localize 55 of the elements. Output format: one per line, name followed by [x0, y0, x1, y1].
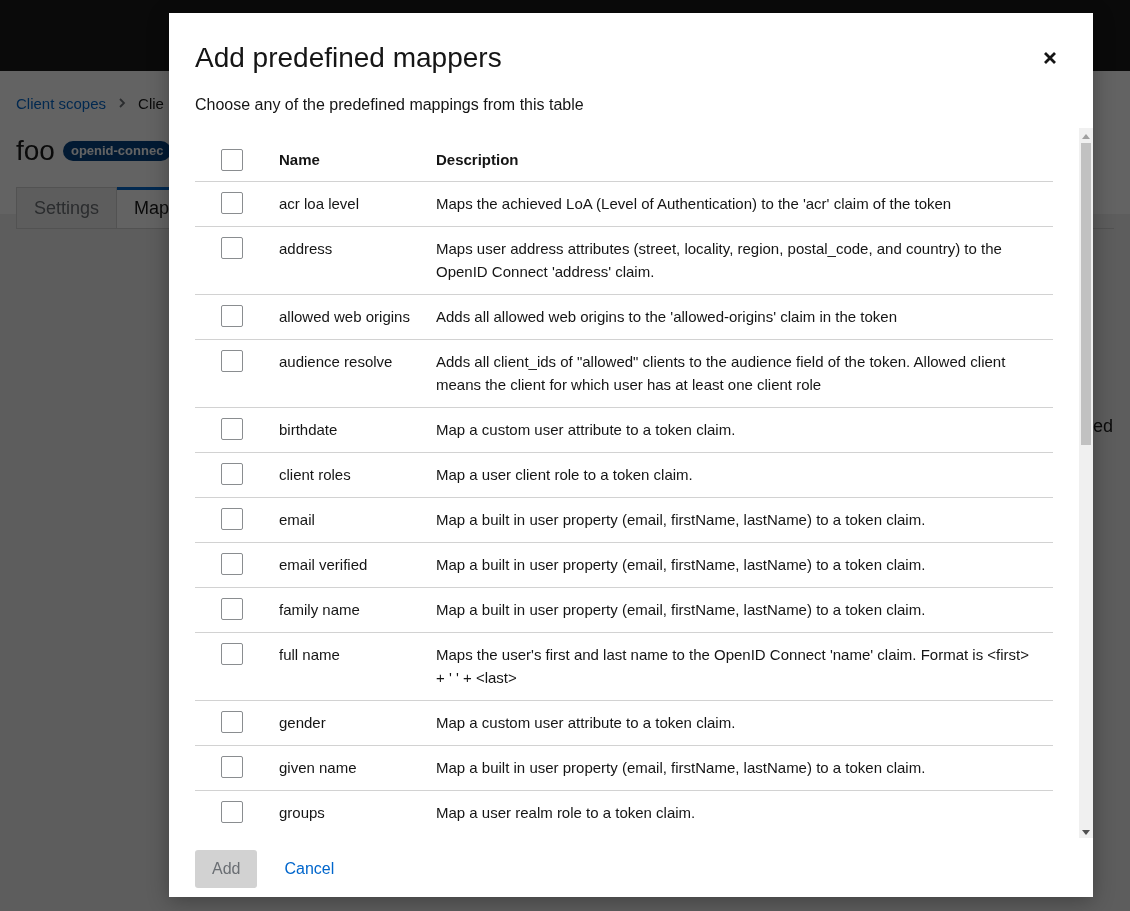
checkbox[interactable]	[221, 598, 243, 620]
close-icon[interactable]	[1043, 51, 1057, 65]
mapper-name: email verified	[279, 556, 368, 573]
mapper-description: Map a built in user property (email, firstName, lastName) to a token claim.	[436, 556, 926, 573]
mapper-description: Map a built in user property (email, firstName, lastName) to a token claim.	[436, 759, 926, 776]
checkbox[interactable]	[221, 508, 243, 530]
cancel-button[interactable]: Cancel	[267, 850, 352, 888]
mapper-name: audience resolve	[279, 353, 393, 370]
mapper-name: full name	[279, 646, 340, 663]
breadcrumb-link[interactable]: Client scopes	[16, 94, 107, 112]
page-text: ed	[1093, 416, 1114, 437]
mapper-description: Adds all allowed web origins to the 'allowed-origins' claim in the token	[436, 308, 897, 325]
mapper-description: Map a custom user attribute to a token claim.	[436, 714, 736, 731]
checkbox[interactable]	[221, 192, 243, 214]
column-header: Name	[279, 151, 320, 168]
mapper-name: given name	[279, 759, 357, 776]
mapper-description: Maps the achieved LoA (Level of Authentication) to the 'acr' claim of the token	[436, 195, 952, 212]
scroll-up-arrow-icon[interactable]	[1082, 134, 1090, 139]
column-header: Description	[436, 151, 519, 168]
breadcrumb-current: Clie	[138, 94, 164, 112]
checkbox[interactable]	[221, 801, 243, 823]
mapper-name: client roles	[279, 466, 351, 483]
mapper-name: family name	[279, 601, 360, 618]
checkbox[interactable]	[221, 305, 243, 327]
mapper-name: gender	[279, 714, 326, 731]
checkbox[interactable]	[221, 237, 243, 259]
mapper-name: allowed web origins	[279, 308, 410, 325]
mapper-name: birthdate	[279, 421, 338, 438]
chevron-right-icon	[118, 98, 127, 108]
checkbox[interactable]	[221, 350, 243, 372]
scrollbar[interactable]	[1079, 128, 1093, 838]
mapper-name: address	[279, 240, 333, 257]
mapper-name: acr loa level	[279, 195, 360, 212]
mapper-description: Map a user realm role to a token claim.	[436, 804, 696, 821]
checkbox[interactable]	[221, 553, 243, 575]
checkbox[interactable]	[221, 711, 243, 733]
page-title: foo	[16, 135, 55, 167]
mapper-description: Adds all client_ids of "allowed" clients to the audience field of the token. Allowed client means the client for which user has at least one client role	[436, 353, 1006, 393]
mapper-description: Map a custom user attribute to a token claim.	[436, 421, 736, 438]
mapper-description: Maps user address attributes (street, locality, region, postal_code, and country) to the OpenID Connect 'address' claim.	[436, 240, 1002, 280]
mapper-description: Map a user client role to a token claim.	[436, 466, 693, 483]
modal-subtitle: Choose any of the predefined mappings from this table	[195, 95, 585, 115]
mapper-description: Map a built in user property (email, firstName, lastName) to a token claim.	[436, 601, 926, 618]
checkbox[interactable]	[221, 149, 243, 171]
checkbox[interactable]	[221, 418, 243, 440]
checkbox[interactable]	[221, 463, 243, 485]
scroll-down-arrow-icon[interactable]	[1082, 830, 1090, 835]
mapper-description: Map a built in user property (email, firstName, lastName) to a token claim.	[436, 511, 926, 528]
checkbox[interactable]	[221, 756, 243, 778]
mapper-name: groups	[279, 804, 325, 821]
checkbox[interactable]	[221, 643, 243, 665]
modal-title: Add predefined mappers	[195, 41, 502, 75]
mapper-description: Maps the user's first and last name to the OpenID Connect 'name' claim. Format is <first> + ' ' + <last>	[436, 646, 1029, 686]
mapper-name: email	[279, 511, 315, 528]
protocol-badge: openid-connec	[62, 141, 172, 161]
